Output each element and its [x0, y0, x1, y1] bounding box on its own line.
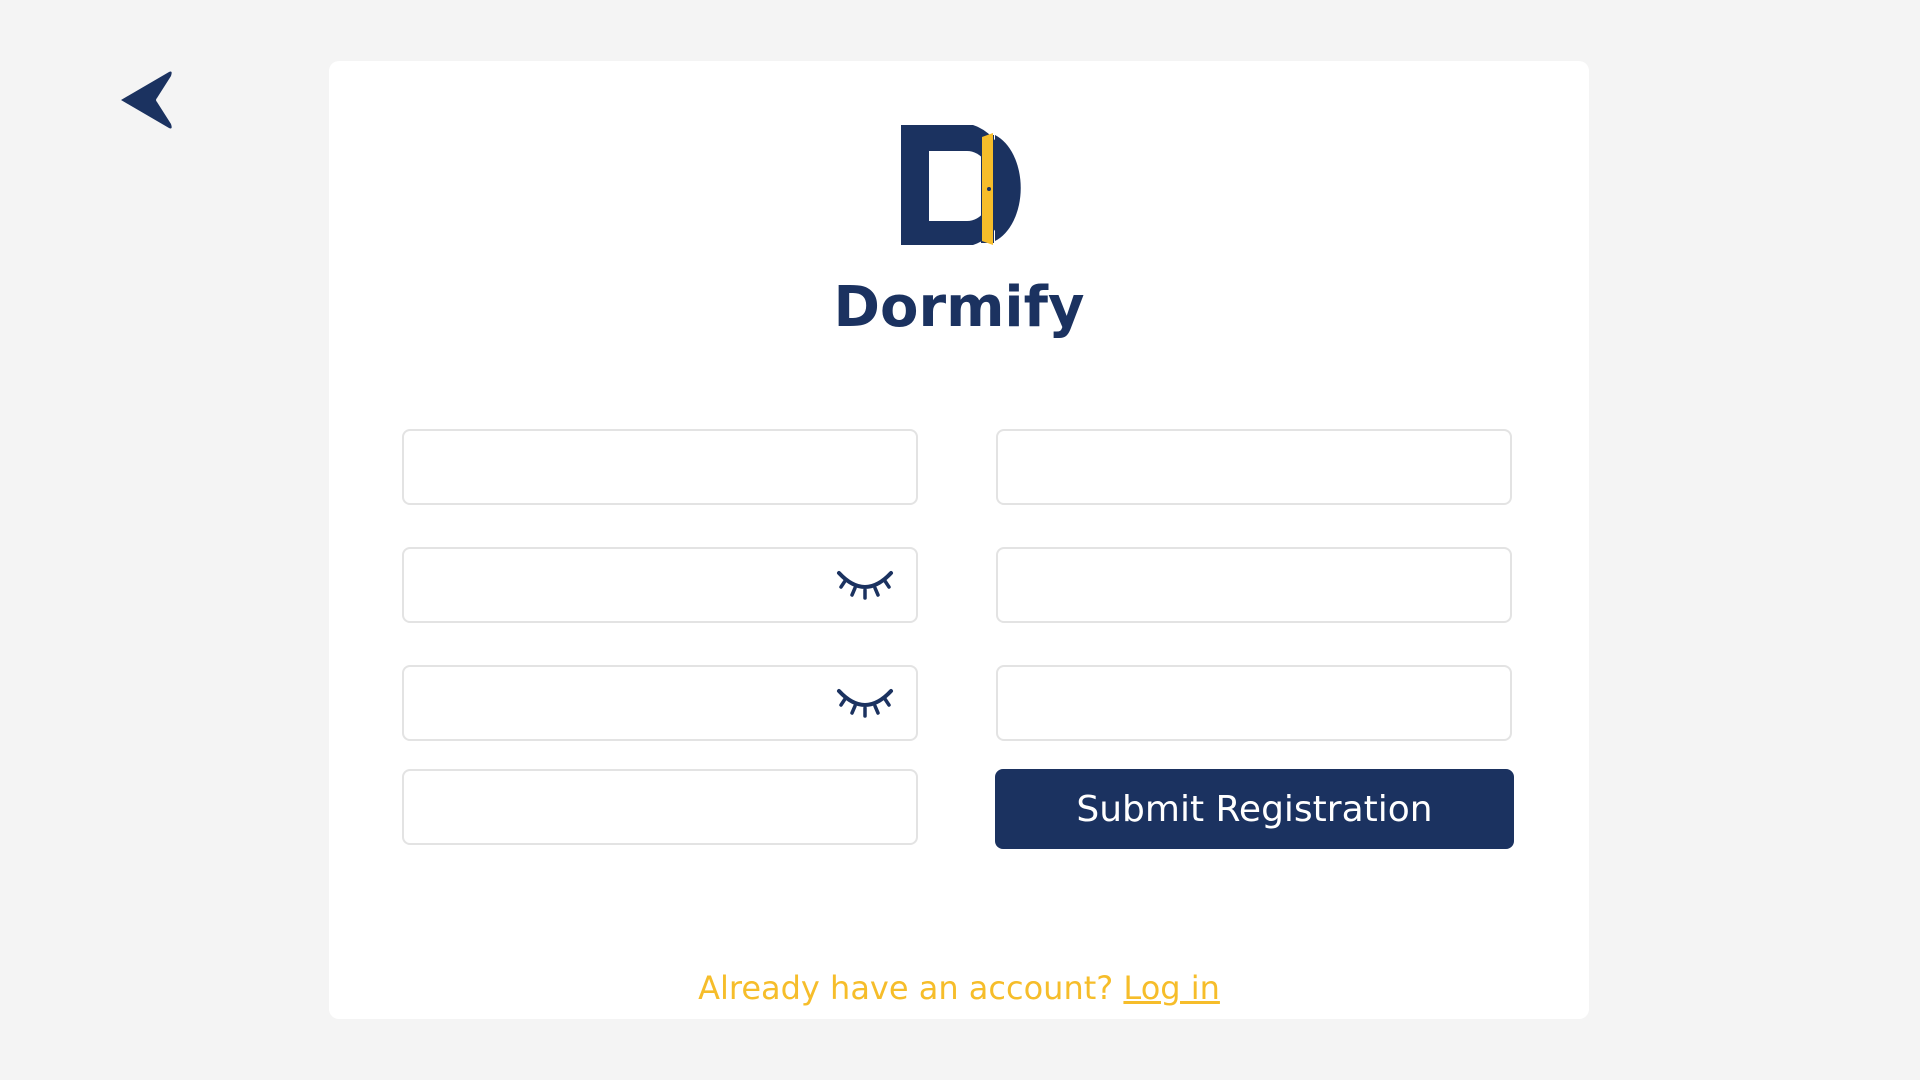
eye-closed-icon — [837, 571, 893, 600]
registration-card: Dormify Submit Registration Already have… — [329, 61, 1589, 1019]
login-link[interactable]: Log in — [1123, 969, 1220, 1007]
dormify-logo — [901, 125, 1021, 245]
registration-field-2[interactable] — [996, 429, 1512, 505]
brand-name: Dormify — [833, 275, 1085, 340]
back-button[interactable] — [108, 62, 188, 138]
submit-registration-button[interactable]: Submit Registration — [995, 769, 1514, 849]
login-prompt: Already have an account? Log in — [329, 969, 1589, 1007]
registration-field-4[interactable] — [996, 547, 1512, 623]
registration-field-7[interactable] — [402, 769, 918, 845]
eye-closed-icon — [837, 689, 893, 718]
registration-field-1[interactable] — [402, 429, 918, 505]
login-prompt-text: Already have an account? — [698, 969, 1114, 1007]
registration-field-6[interactable] — [996, 665, 1512, 741]
toggle-confirm-password-visibility-button[interactable] — [835, 683, 895, 723]
toggle-password-visibility-button[interactable] — [835, 565, 895, 605]
back-arrow-icon — [121, 71, 172, 129]
